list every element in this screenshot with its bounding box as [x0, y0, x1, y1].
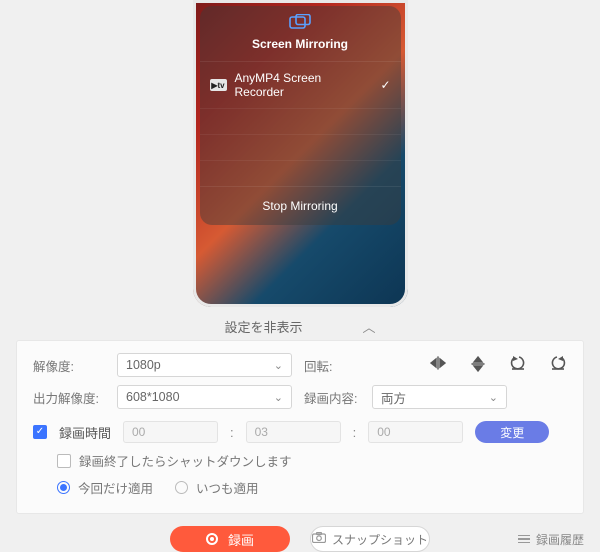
- record-content-select[interactable]: 両方 ⌄: [372, 385, 507, 409]
- resolution-select[interactable]: 1080p ⌄: [117, 353, 292, 377]
- shutdown-label: 録画終了したらシャットダウンします: [79, 451, 292, 470]
- mirroring-header: Screen Mirroring: [200, 6, 401, 61]
- duration-mm-input[interactable]: 03: [246, 421, 341, 443]
- rotate-left-icon[interactable]: [509, 356, 527, 375]
- change-button[interactable]: 変更: [475, 421, 549, 443]
- mirroring-device-row[interactable]: ▶tv AnyMP4 Screen Recorder ✓: [200, 61, 401, 108]
- screen-mirroring-icon: [289, 14, 311, 33]
- apply-always-radio[interactable]: [175, 481, 188, 494]
- output-resolution-label: 出力解像度:: [33, 388, 105, 407]
- snapshot-button[interactable]: スナップショット: [310, 526, 430, 552]
- apply-once-label: 今回だけ適用: [78, 478, 153, 497]
- flip-vertical-icon[interactable]: [469, 356, 487, 375]
- stop-mirroring-button[interactable]: Stop Mirroring: [200, 186, 401, 225]
- apply-once-radio[interactable]: [57, 481, 70, 494]
- flip-horizontal-icon[interactable]: [429, 356, 447, 375]
- list-icon: [518, 533, 530, 546]
- chevron-down-icon: ⌄: [274, 359, 283, 372]
- resolution-label: 解像度:: [33, 356, 105, 375]
- duration-hh-input[interactable]: 00: [123, 421, 218, 443]
- record-content-label: 録画内容:: [304, 388, 360, 407]
- phone-preview: Screen Mirroring ▶tv AnyMP4 Screen Recor…: [193, 0, 408, 307]
- device-name: AnyMP4 Screen Recorder: [235, 71, 373, 99]
- settings-toggle[interactable]: 設定を非表示 ︿: [0, 307, 600, 340]
- shutdown-checkbox[interactable]: [57, 454, 71, 468]
- duration-ss-input[interactable]: 00: [368, 421, 463, 443]
- chevron-down-icon: ⌄: [489, 391, 498, 404]
- record-button[interactable]: 録画: [170, 526, 290, 552]
- history-link[interactable]: 録画履歴: [518, 531, 584, 548]
- record-icon: [206, 533, 218, 545]
- chevron-down-icon: ⌄: [274, 391, 283, 404]
- duration-checkbox[interactable]: ✓: [33, 425, 47, 439]
- chevron-up-icon: ︿: [363, 317, 376, 336]
- apply-always-label: いつも適用: [196, 478, 259, 497]
- settings-toggle-label: 設定を非表示: [224, 317, 302, 336]
- duration-label: 録画時間: [59, 423, 111, 442]
- rotation-label: 回転:: [304, 356, 360, 375]
- mirroring-title: Screen Mirroring: [200, 33, 401, 61]
- camera-icon: [312, 532, 326, 546]
- mirroring-empty-rows: [200, 108, 401, 186]
- check-icon: ✓: [380, 78, 390, 92]
- rotate-right-icon[interactable]: [549, 356, 567, 375]
- appletv-icon: ▶tv: [210, 79, 227, 91]
- settings-panel: 解像度: 1080p ⌄ 回転: 出力解像度: 608*1080 ⌄ 録画内容:…: [16, 340, 584, 514]
- output-resolution-select[interactable]: 608*1080 ⌄: [117, 385, 292, 409]
